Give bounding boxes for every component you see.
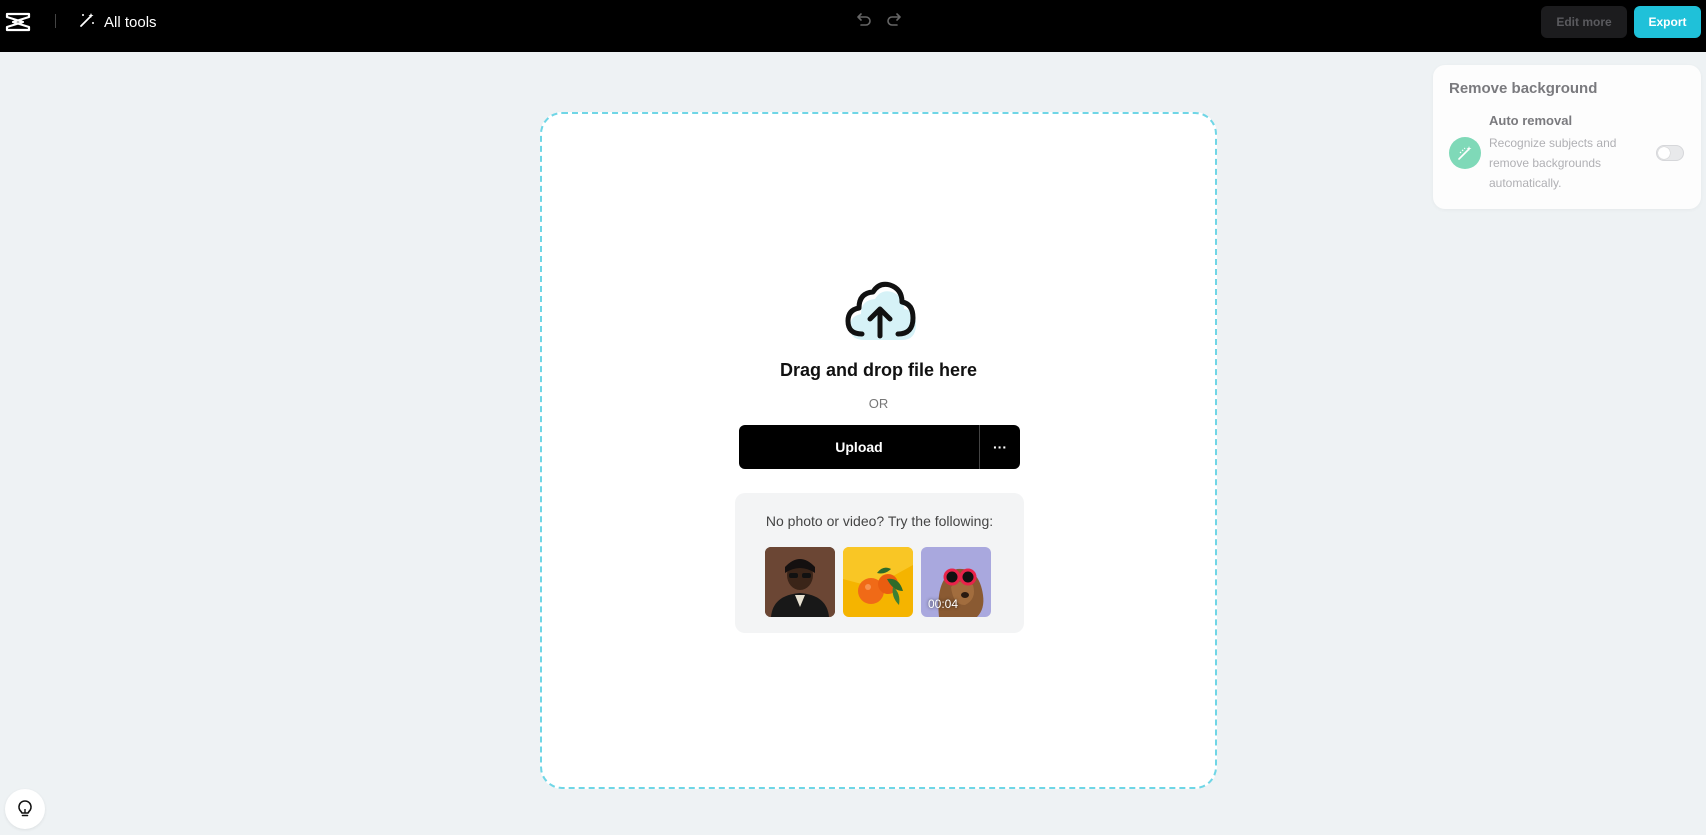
header-divider — [55, 14, 56, 28]
auto-removal-icon — [1449, 137, 1481, 169]
upload-dropzone[interactable]: Drag and drop file here OR Upload ··· No… — [540, 112, 1217, 789]
video-duration: 00:04 — [928, 597, 959, 611]
sample-thumbnail-portrait[interactable] — [765, 547, 835, 617]
capcut-logo-icon[interactable] — [4, 10, 32, 34]
or-separator: OR — [868, 396, 889, 411]
samples-title: No photo or video? Try the following: — [765, 513, 994, 529]
panel-title: Remove background — [1449, 80, 1598, 97]
sample-media-panel: No photo or video? Try the following: 00… — [735, 493, 1024, 633]
remove-background-panel: Remove background Auto removal Recognize… — [1433, 65, 1701, 209]
upload-button-group: Upload ··· — [739, 425, 1020, 469]
auto-removal-description: Recognize subjects and remove background… — [1489, 136, 1617, 190]
history-controls — [852, 8, 906, 30]
upload-button[interactable]: Upload — [739, 425, 979, 469]
all-tools-button[interactable]: All tools — [78, 10, 157, 34]
redo-icon[interactable] — [884, 8, 906, 30]
undo-icon[interactable] — [852, 8, 874, 30]
magic-wand-icon — [78, 11, 96, 33]
lightbulb-icon[interactable] — [5, 789, 45, 829]
auto-removal-toggle[interactable] — [1656, 145, 1684, 161]
sample-thumbnail-tangerines[interactable] — [843, 547, 913, 617]
top-bar: All tools Edit more Export — [0, 0, 1706, 52]
toggle-knob — [1658, 147, 1670, 159]
export-button[interactable]: Export — [1634, 6, 1701, 38]
more-icon: ··· — [993, 439, 1007, 455]
all-tools-label: All tools — [104, 13, 157, 31]
drop-title: Drag and drop file here — [779, 360, 978, 380]
edit-more-button[interactable]: Edit more — [1541, 6, 1627, 38]
auto-removal-label: Auto removal — [1489, 113, 1573, 128]
upload-more-button[interactable]: ··· — [979, 425, 1020, 469]
cloud-upload-icon — [842, 278, 922, 346]
sample-thumbnail-dog-video[interactable]: 00:04 — [921, 547, 991, 617]
